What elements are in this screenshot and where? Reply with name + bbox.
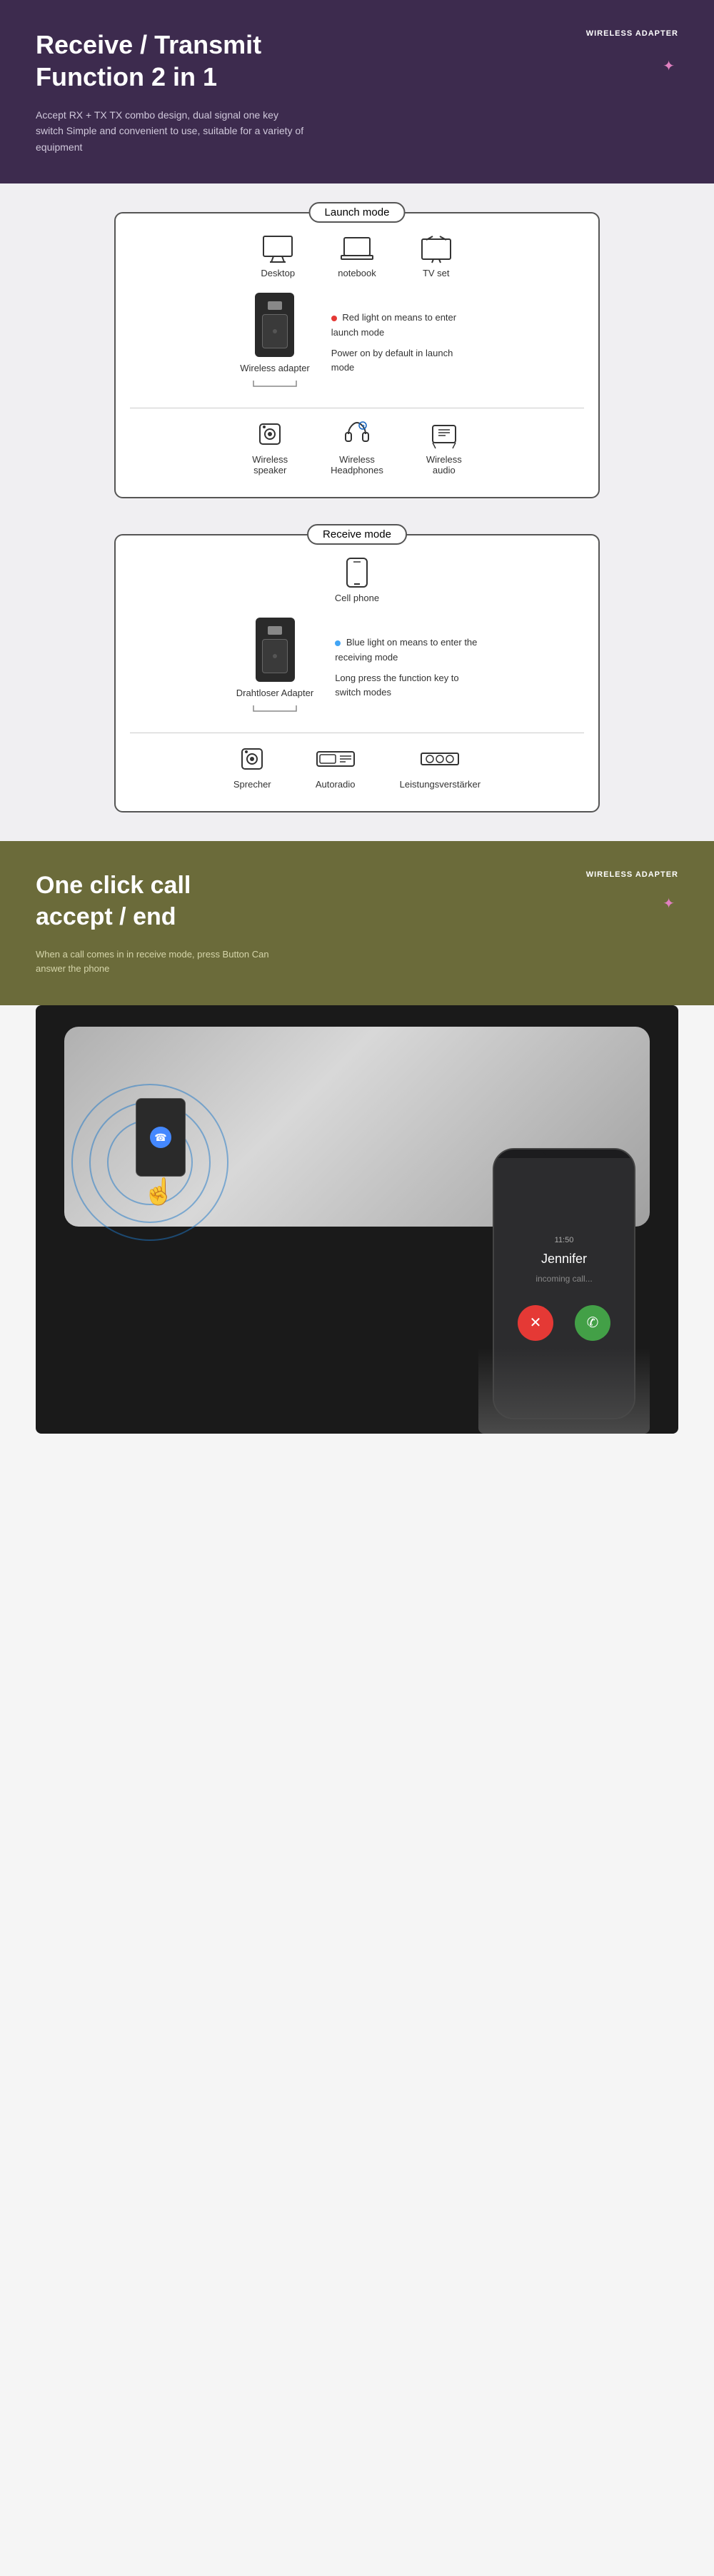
launch-top-icon-row: Desktop notebook TV set	[130, 235, 584, 278]
header-badge: WIRELESS ADAPTER	[586, 29, 678, 39]
notebook-label: notebook	[338, 268, 376, 278]
adapter-button: ☎	[150, 1127, 171, 1148]
wireless-speaker-icon-item: Wireless speaker	[252, 418, 288, 476]
audio-icon	[428, 418, 460, 450]
call-title: One click call accept / end	[36, 870, 678, 932]
receive-bottom-icon-row: Sprecher Autoradio	[130, 743, 584, 790]
desktop-icon-item: Desktop	[261, 235, 295, 278]
tv-icon	[419, 235, 453, 263]
adapter-body	[262, 314, 288, 348]
phone-caller-name: Jennifer	[541, 1252, 587, 1267]
launch-mode-box: Launch mode Desktop notebook	[114, 212, 600, 498]
wireless-speaker-label: Wireless speaker	[252, 454, 288, 476]
usb-connector	[268, 301, 282, 310]
tvset-label: TV set	[423, 268, 450, 278]
cellphone-icon	[344, 557, 370, 588]
adapter-led-2	[273, 654, 277, 658]
call-description: When a call comes in in receive mode, pr…	[36, 947, 278, 977]
receive-device-label: Drahtloser Adapter	[236, 688, 313, 698]
launch-bottom-icon-row: Wireless speaker ✦ Wireless Headphones	[130, 418, 584, 476]
sprecher-icon	[236, 743, 268, 775]
receive-mode-title: Receive mode	[307, 524, 407, 545]
leistungsverstarker-icon-item: Leistungsverstärker	[400, 743, 481, 790]
receive-info-col: Blue light on means to enter the receivi…	[335, 635, 478, 700]
wireless-headphones-icon-item: ✦ Wireless Headphones	[331, 418, 383, 476]
leistungsverstarker-label: Leistungsverstärker	[400, 779, 481, 790]
receive-info-line2: Long press the function key to switch mo…	[335, 671, 478, 701]
adapter-body-2	[262, 639, 288, 673]
launch-info-line1: Red light on means to enter launch mode	[331, 311, 474, 341]
launch-mode-section: Launch mode Desktop notebook	[0, 183, 714, 527]
tvset-icon-item: TV set	[419, 235, 453, 278]
wireless-audio-icon-item: Wireless audio	[426, 418, 462, 476]
call-image-inner: ☎ ☝ 11:50 Jennifer incoming call... ✕ ✆	[36, 1005, 678, 1434]
launch-mode-title: Launch mode	[309, 202, 406, 223]
blue-dot-icon	[335, 640, 341, 646]
red-dot-icon	[331, 316, 337, 321]
launch-info-line2: Power on by default in launch mode	[331, 346, 474, 376]
phone-notch	[543, 1149, 585, 1155]
wireless-adapter-img	[255, 293, 294, 357]
autoradio-icon	[314, 743, 357, 775]
usb-connector-2	[268, 626, 282, 635]
headphones-icon: ✦	[341, 418, 373, 450]
amplifier-icon	[418, 743, 461, 775]
launch-device-col: Wireless adapter	[240, 293, 310, 393]
header-title: Receive / Transmit Function 2 in 1	[36, 29, 678, 93]
desktop-label: Desktop	[261, 268, 295, 278]
receive-top-icon-row: Cell phone	[130, 557, 584, 603]
call-section: WIRELESS ADAPTER One click call accept /…	[0, 841, 714, 1005]
call-image-container: ☎ ☝ 11:50 Jennifer incoming call... ✕ ✆	[36, 1005, 678, 1434]
bracket-indicator	[246, 379, 303, 393]
call-accent-dot-icon: ✦	[663, 895, 675, 912]
receive-device-col: Drahtloser Adapter	[236, 618, 313, 718]
receive-middle-row: Drahtloser Adapter Blue light on means t…	[130, 618, 584, 718]
accent-dot-icon: ✦	[663, 57, 675, 75]
header-description: Accept RX + TX TX combo design, dual sig…	[36, 107, 307, 155]
receive-adapter-img	[256, 618, 295, 682]
call-badge: WIRELESS ADAPTER	[586, 870, 678, 880]
receive-mode-box: Receive mode Cell phone	[114, 534, 600, 812]
phone-call-buttons: ✕ ✆	[518, 1305, 610, 1341]
autoradio-icon-item: Autoradio	[314, 743, 357, 790]
receive-mode-section: Receive mode Cell phone	[0, 527, 714, 841]
phone-status-bar: 11:50	[555, 1236, 574, 1244]
header-section: WIRELESS ADAPTER Receive / Transmit Func…	[0, 0, 714, 183]
wireless-headphones-label: Wireless Headphones	[331, 454, 383, 476]
sprecher-label: Sprecher	[233, 779, 271, 790]
cellphone-icon-item: Cell phone	[335, 557, 379, 603]
bracket-indicator-2	[246, 704, 303, 718]
hand-cursor-icon: ☝	[143, 1177, 175, 1207]
launch-middle-row: Wireless adapter Red light on means to e…	[130, 293, 584, 393]
adapter-led	[273, 329, 277, 333]
accept-button-icon[interactable]: ✆	[575, 1305, 610, 1341]
adapter-on-device: ☎	[136, 1098, 186, 1177]
desktop-icon	[261, 235, 295, 263]
launch-device-label: Wireless adapter	[240, 363, 310, 373]
laptop-icon	[340, 235, 374, 263]
autoradio-label: Autoradio	[316, 779, 356, 790]
receive-info-line1: Blue light on means to enter the receivi…	[335, 635, 478, 665]
decline-button-icon[interactable]: ✕	[518, 1305, 553, 1341]
notebook-icon-item: notebook	[338, 235, 376, 278]
speaker-icon	[254, 418, 286, 450]
sprecher-icon-item: Sprecher	[233, 743, 271, 790]
phone-call-status: incoming call...	[536, 1274, 592, 1284]
cellphone-label: Cell phone	[335, 593, 379, 603]
wireless-audio-label: Wireless audio	[426, 454, 462, 476]
hand-gradient	[478, 1348, 650, 1434]
svg-text:✦: ✦	[361, 423, 366, 429]
launch-info-col: Red light on means to enter launch mode …	[331, 311, 474, 376]
